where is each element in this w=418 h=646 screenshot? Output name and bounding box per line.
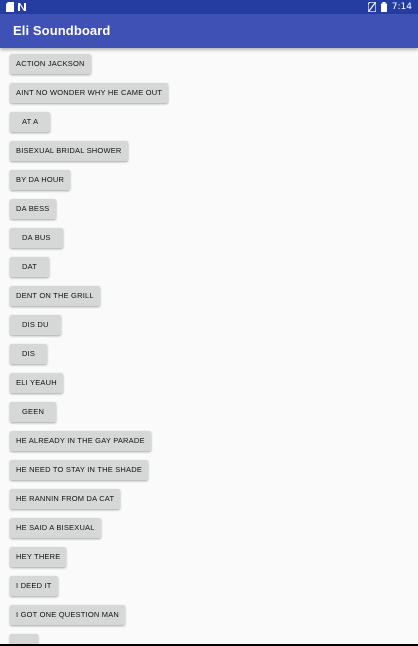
sound-button[interactable]: I DEED IT [10,576,58,596]
sound-button[interactable]: DIS [10,344,48,364]
sound-button[interactable]: AT A [10,112,51,132]
app-screen: 7:14 Eli Soundboard ACTION JACKSON AINT N… [0,0,418,646]
app-bar: Eli Soundboard [0,14,418,48]
app-title: Eli Soundboard [13,23,111,38]
status-bar: 7:14 [0,0,418,14]
sound-button[interactable]: HE RANNIN FROM DA CAT [10,489,121,509]
sound-button[interactable]: HE NEED TO STAY IN THE SHADE [10,460,149,480]
sound-button[interactable]: HE SAID A BISEXUAL [10,518,101,538]
no-sim-icon [367,2,376,12]
battery-icon [380,2,387,12]
sound-button[interactable]: BY DA HOUR [10,170,71,190]
sd-card-icon [6,2,14,12]
status-right-icons: 7:14 [367,2,412,12]
status-left-icons [6,2,26,12]
sound-button[interactable]: HEY THERE [10,547,67,567]
sound-button[interactable]: DIS DU [10,315,61,335]
sound-button[interactable]: DA BESS [10,199,56,219]
sound-button[interactable]: DA BUS [10,228,63,248]
sound-button[interactable]: ACTION JACKSON [10,54,91,74]
n-notification-icon [18,3,26,11]
sound-button[interactable]: GEEN [10,402,57,422]
sound-button-list[interactable]: ACTION JACKSON AINT NO WONDER WHY HE CAME… [10,54,410,646]
sound-button[interactable]: DAT [10,257,50,277]
sound-button[interactable]: AINT NO WONDER WHY HE CAME OUT [10,83,169,103]
sound-button[interactable]: DENT ON THE GRILL [10,286,100,306]
status-time: 7:14 [391,2,412,12]
sound-button[interactable]: BISEXUAL BRIDAL SHOWER [10,141,128,161]
sound-button[interactable]: I GOT ONE QUESTION MAN [10,605,126,625]
sound-button[interactable]: HE ALREADY IN THE GAY PARADE [10,431,151,451]
sound-button[interactable]: ELI YEAUH [10,373,63,393]
